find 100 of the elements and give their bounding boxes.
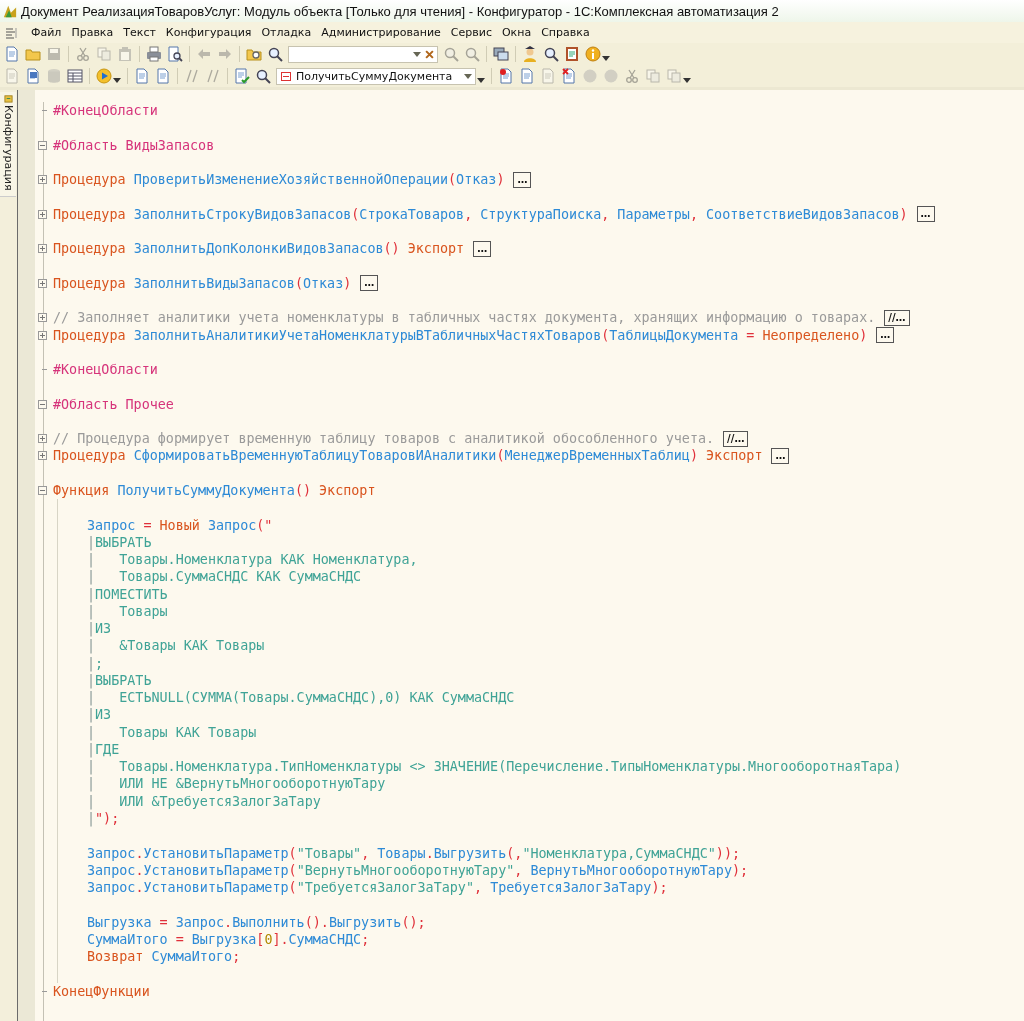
- configuration-tab[interactable]: Конфигурация: [0, 92, 16, 197]
- code-line: |ИЗ: [87, 706, 112, 724]
- menu-item[interactable]: Отладка: [261, 26, 312, 39]
- play-icon[interactable]: [96, 68, 112, 84]
- code-line: Процедура ЗаполнитьДопКолонкиВидовЗапасов() Экспорт: [53, 240, 465, 258]
- search-icon[interactable]: [267, 46, 283, 62]
- collapse-icon[interactable]: [38, 485, 47, 495]
- expand-icon[interactable]: [38, 434, 47, 444]
- code-line: Процедура ПроверитьИзменениеХозяйственнойОперации(Отказ): [53, 171, 505, 189]
- code-line: Возврат СуммаИтого;: [87, 948, 241, 966]
- menu-item[interactable]: Окна: [501, 26, 532, 39]
- code-line: СуммаИтого = Выгрузка[0].СуммаСНДС;: [87, 930, 370, 948]
- code-line: | Товары.СуммаСНДС КАК СуммаСНДС: [87, 568, 362, 586]
- folder-search-icon[interactable]: [246, 46, 262, 62]
- dropdown-arrow-icon[interactable]: [602, 56, 610, 61]
- code-line: Процедура ЗаполнитьВидыЗапасов(Отказ): [53, 274, 352, 292]
- procedure-icon: [281, 71, 291, 81]
- new-document-icon[interactable]: [4, 46, 20, 62]
- folded-code-button[interactable]: //…: [723, 430, 749, 447]
- menu-item[interactable]: Текст: [123, 26, 156, 39]
- code-line: // Процедура формирует временную таблицу товаров с аналитикой обособленного учета.: [53, 430, 715, 448]
- code-line: Запрос.УстановитьПараметр("ВернутьМногооборотнуюТару", ВернутьМногооборотнуюТару);: [87, 861, 749, 879]
- app-logo-icon: [3, 4, 17, 18]
- expand-icon[interactable]: [38, 330, 47, 340]
- code-line: |ГДЕ: [87, 741, 120, 758]
- code-line: Запрос.УстановитьПараметр("Товары", Товары.Выгрузить(,"Номенклатура,СуммаСНДС"));: [87, 844, 741, 862]
- code-line: Выгрузка = Запрос.Выполнить().Выгрузить();: [87, 913, 426, 931]
- code-line: | Товары: [87, 603, 168, 620]
- collapse-icon[interactable]: [38, 399, 47, 409]
- checklist-icon[interactable]: [234, 68, 250, 84]
- text-document-icon[interactable]: [134, 68, 150, 84]
- configuration-icon: [3, 94, 13, 103]
- windows-icon[interactable]: [493, 46, 509, 62]
- window-menu-icon[interactable]: [5, 26, 17, 39]
- code-line: Запрос = Новый Запрос(": [87, 516, 273, 534]
- collapse-icon[interactable]: [38, 140, 47, 150]
- code-line: КонецФункции: [53, 982, 150, 1000]
- window-title: Документ РеализацияТоваровУслуг: Модуль объекта [Только для чтения] - Конфигуратор - 1С:Комплексная автоматизация 2: [21, 3, 779, 19]
- code-line: |ПОМЕСТИТЬ: [87, 585, 168, 603]
- code-line: // Заполняет аналитики учета номенклатуры в табличных частях документа, хранящих информацию о товарах.: [53, 309, 876, 327]
- menu-item[interactable]: Правка: [71, 26, 114, 39]
- folded-code-button[interactable]: …: [473, 240, 492, 257]
- search-field[interactable]: [288, 45, 438, 63]
- code-line: Запрос.УстановитьПараметр("ТребуетсяЗалогЗаТару", ТребуетсяЗалогЗаТару);: [87, 879, 668, 897]
- folded-code-button[interactable]: …: [916, 206, 935, 223]
- code-line: | ЕСТЬNULL(СУММА(Товары.СуммаСНДС),0) КАК СуммаСНДС: [87, 689, 515, 707]
- folded-code-button[interactable]: //…: [884, 309, 910, 326]
- menu-item[interactable]: Администрирование: [321, 26, 441, 39]
- folded-code-button[interactable]: …: [360, 275, 379, 292]
- code-line: #КонецОбласти: [53, 361, 158, 379]
- expand-icon[interactable]: [38, 175, 47, 185]
- code-line: Процедура ЗаполнитьАналитикиУчетаНоменклатурыВТабличныхЧастяхТоваров(ТаблицыДокумента = Неопределено): [53, 326, 868, 344]
- book-icon[interactable]: [564, 46, 580, 62]
- folded-code-button[interactable]: …: [876, 327, 895, 344]
- document-window-icon[interactable]: [25, 68, 41, 84]
- menu-item[interactable]: Справка: [541, 26, 590, 39]
- code-line: #КонецОбласти: [53, 102, 158, 120]
- code-line: |");: [87, 810, 120, 827]
- code-line: | Товары.Номенклатура КАК Номенклатура,: [87, 551, 418, 569]
- expand-icon[interactable]: [38, 451, 47, 461]
- menu-item[interactable]: Конфигурация: [165, 26, 252, 39]
- person-icon[interactable]: [522, 46, 538, 62]
- code-line: #Область ВидыЗапасов: [53, 136, 215, 154]
- code-line: | Товары.Номенклатура.ТипНоменклатуры <> ЗНАЧЕНИЕ(Перечисление.ТипыНоменклатуры.МногооборотнаяТара): [87, 758, 902, 776]
- code-line: | ИЛИ НЕ &ВернутьМногооборотнуюТару: [87, 775, 386, 793]
- dropdown-arrow-icon[interactable]: [683, 78, 691, 83]
- method-selector[interactable]: ПолучитьСуммуДокумента: [276, 67, 476, 85]
- code-editor[interactable]: [18, 90, 1024, 1021]
- code-line: | ИЛИ &ТребуетсяЗалогЗаТару: [87, 792, 321, 810]
- text-document-icon[interactable]: [155, 68, 171, 84]
- folded-code-button[interactable]: …: [771, 447, 790, 464]
- code-line: | Товары КАК Товары: [87, 723, 257, 741]
- breakpoint-document-icon[interactable]: [498, 68, 514, 84]
- code-line: | &Товары КАК Товары: [87, 637, 265, 655]
- fold-end-mark: [42, 369, 47, 371]
- menu-item[interactable]: Сервис: [450, 26, 492, 39]
- code-line: |ВЫБРАТЬ: [87, 672, 152, 689]
- code-line: Процедура ЗаполнитьСтрокуВидовЗапасов(СтрокаТоваров, СтруктураПоиска, Параметры, СоответствиеВидовЗапасов): [53, 205, 908, 223]
- print-preview-icon[interactable]: [167, 46, 183, 62]
- folded-code-button[interactable]: …: [513, 171, 532, 188]
- code-line: Процедура СформироватьВременнуюТаблицуТоваровИАналитики(МенеджерВременныхТаблиц) Экспорт: [53, 447, 763, 465]
- fold-end-mark: [42, 110, 47, 112]
- help-search-icon[interactable]: [543, 46, 559, 62]
- clear-icon[interactable]: [425, 49, 434, 59]
- dropdown-arrow-icon[interactable]: [413, 51, 421, 57]
- menu-item[interactable]: Файл: [31, 26, 62, 39]
- code-line: |ВЫБРАТЬ: [87, 533, 152, 551]
- table-icon[interactable]: [67, 68, 83, 84]
- procedure-search-icon[interactable]: [255, 68, 271, 84]
- expand-icon[interactable]: [38, 313, 47, 323]
- code-line: #Область Прочее: [53, 395, 174, 413]
- print-icon[interactable]: [146, 46, 162, 62]
- help-document-icon[interactable]: [519, 68, 535, 84]
- code-line: Функция ПолучитьСуммуДокумента() Экспорт: [53, 481, 376, 499]
- expand-icon[interactable]: [38, 209, 47, 219]
- expand-icon[interactable]: [38, 278, 47, 288]
- delete-document-icon[interactable]: [561, 68, 577, 84]
- fold-end-mark: [42, 990, 47, 992]
- expand-icon[interactable]: [38, 244, 47, 254]
- dropdown-arrow-icon[interactable]: [113, 78, 121, 83]
